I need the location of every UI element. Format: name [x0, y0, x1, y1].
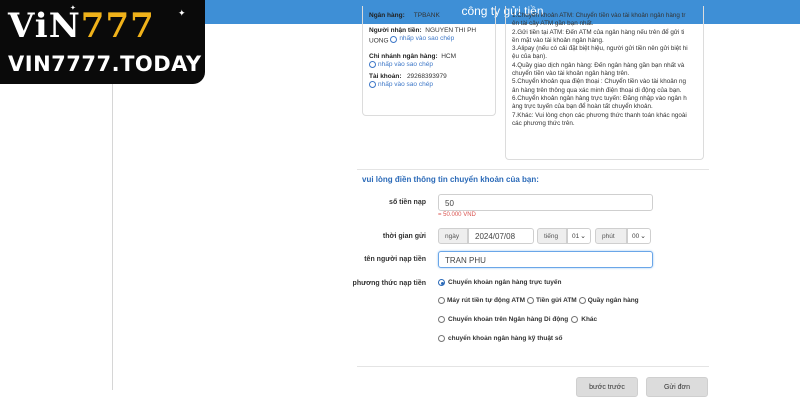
- bank-info-box: Ngân hàng: TPBANK Người nhận tiền: NGUYE…: [362, 6, 496, 116]
- form-heading: vui lòng điền thông tin chuyển khoản của…: [362, 175, 539, 184]
- info-line: ân hàng trên thông qua xác minh điện tho…: [512, 86, 682, 94]
- depositor-name-label: tên người nạp tiền: [364, 256, 426, 263]
- recipient-row: Người nhận tiền: NGUYEN THI PH UONG nhấp…: [369, 27, 477, 45]
- info-line: 2.Gửi tiền tại ATM: Đến ATM của ngân hàn…: [512, 28, 685, 36]
- minute-addon: phút: [595, 228, 627, 244]
- deposit-methods-info: 1.Chuyển khoản ATM: Chuyển tiền vào tài …: [505, 6, 704, 160]
- copy-icon: [390, 35, 398, 43]
- branch-row: Chi nhánh ngân hàng: HCM: [369, 52, 457, 60]
- radio-unselected-icon: [438, 335, 445, 342]
- site-logo[interactable]: ViN777 VIN7777.TODAY ✦ ✦: [0, 0, 205, 84]
- radio-atm-withdraw[interactable]: [438, 297, 445, 304]
- radio-other[interactable]: [571, 316, 579, 323]
- time-label: thời gian gửi: [382, 233, 426, 240]
- info-line: 5.Chuyển khoản qua điện thoại : Chuyển t…: [512, 78, 686, 86]
- back-button[interactable]: bước trước: [576, 377, 638, 397]
- radio-atm-deposit[interactable]: [527, 297, 535, 304]
- radio-digital-transfer[interactable]: chuyển khoản ngân hàng kỹ thuật số: [438, 335, 563, 342]
- date-input[interactable]: 2024/07/08: [468, 228, 534, 244]
- amount-input[interactable]: 50: [438, 194, 653, 211]
- info-line: ền mặt vào tài khoản ngân hàng.: [512, 36, 604, 44]
- minute-select[interactable]: 00 ⌄: [627, 228, 651, 244]
- submit-button[interactable]: Gửi đơn: [646, 377, 708, 397]
- section-divider: [357, 169, 709, 170]
- radio-group-atm: Máy rút tiền tự động ATM Tiền gửi ATM Qu…: [438, 297, 639, 304]
- copy-icon: [369, 80, 376, 88]
- hour-addon: tiếng: [537, 228, 567, 244]
- copy-recipient-link[interactable]: nhấp vào sao chép: [390, 35, 454, 43]
- info-line: các phương thức trên.: [512, 119, 575, 127]
- deposit-method-label: phương thức nạp tiền: [352, 280, 426, 287]
- account-row: Tài khoản: 29268393979: [369, 72, 447, 80]
- radio-online-transfer[interactable]: Chuyển khoản ngân hàng trực tuyến: [438, 279, 561, 286]
- top-header-bar: công ty gửi tiền: [205, 0, 800, 24]
- left-divider: [112, 84, 113, 390]
- chevron-down-icon: ⌄: [640, 233, 646, 240]
- date-addon: ngày: [438, 228, 468, 244]
- page-title: công ty gửi tiền: [461, 4, 544, 18]
- copy-account-link[interactable]: nhấp vào sao chép: [369, 80, 489, 88]
- radio-selected-icon: [438, 279, 445, 286]
- radio-bank-counter[interactable]: [578, 297, 586, 304]
- radio-mobile-transfer[interactable]: [438, 316, 445, 323]
- depositor-name-input[interactable]: TRAN PHU: [438, 251, 653, 268]
- logo-wordmark: ViN777: [8, 6, 155, 46]
- info-line: àng trực tuyến của bạn để hoàn tất chuyể…: [512, 103, 653, 111]
- radio-group-mobile: Chuyển khoản trên Ngân hàng Di động Khác: [438, 316, 597, 323]
- copy-icon: [369, 60, 376, 68]
- footer-divider: [357, 366, 709, 367]
- copy-branch-link[interactable]: nhấp vào sao chép: [369, 60, 489, 68]
- amount-label: số tiền nạp: [389, 199, 426, 206]
- info-line: ệu của bạn).: [512, 53, 548, 61]
- info-line: 4.Quầy giao dịch ngân hàng: Đến ngân hàn…: [512, 61, 685, 69]
- amount-hint: = 50.000 VND: [438, 212, 476, 218]
- sparkle-icon: ✦: [178, 8, 186, 18]
- chevron-down-icon: ⌄: [580, 233, 586, 240]
- logo-domain: VIN7777.TODAY: [8, 52, 202, 76]
- bank-name-row: Ngân hàng: TPBANK: [369, 12, 440, 19]
- info-line: ên tài cây ATM gần bạn nhất.: [512, 20, 594, 28]
- info-line: 7.Khác: Vui lòng chọn các phương thức th…: [512, 111, 687, 119]
- hour-select[interactable]: 01 ⌄: [567, 228, 591, 244]
- sparkle-icon: ✦: [70, 5, 76, 12]
